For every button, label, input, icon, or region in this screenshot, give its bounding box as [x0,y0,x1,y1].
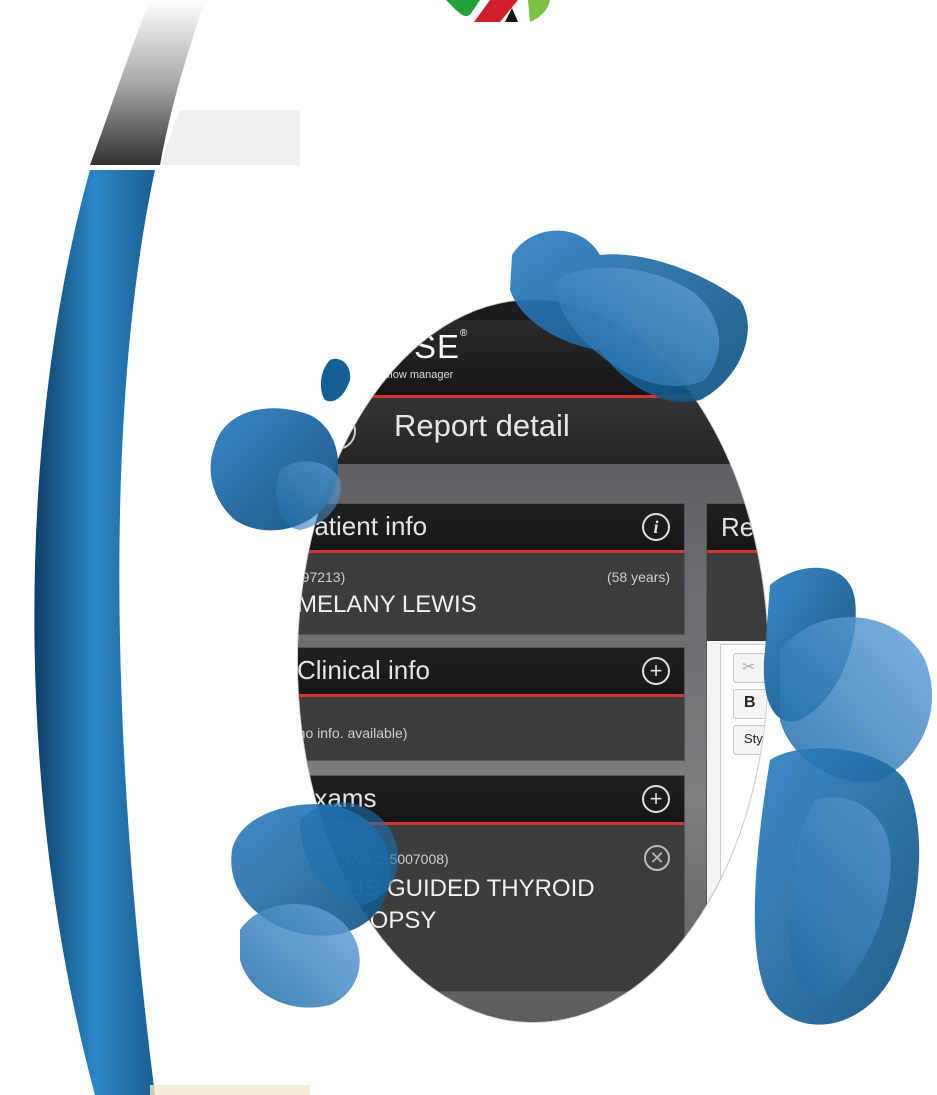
brand-subtitle: workflow manager [364,369,454,381]
report-text-line1: The bra [735,885,768,902]
exam-name-line2: BIOPSY [347,907,437,934]
report-text-line2: obviou [735,911,768,928]
bold-button[interactable]: B [744,694,756,712]
patient-info-title: Patient info [298,511,428,541]
brand-name: APSE [368,328,461,365]
element-path: body [735,966,764,980]
exams-header: Exams + [298,776,684,825]
clinical-info-header: Clinical info + [298,648,684,697]
exam-name-line1: US GUIDED THYROID [347,875,595,902]
report-subheader [707,553,768,641]
add-clinical-info-icon[interactable]: + [642,657,670,685]
exams-panel: Exams + (AN 115007008) ✕ US GUIDED THYRO… [298,775,685,992]
toolbar-format: B [733,689,768,719]
exams-title: Exams [298,783,377,813]
exam-accession: (AN 115007008) [347,851,449,867]
toolbar-clipboard: ✂ [733,653,768,683]
page-title: Report detail [394,408,570,443]
editor-status-bar: body [721,958,768,989]
report-panel: Re ✂ B Styles The bra obviou body [706,503,768,1005]
patient-info-panel: Patient info i (97213) (58 years) MELANY… [298,503,685,635]
add-exam-icon[interactable]: + [642,785,670,813]
styles-label: Styles [744,731,768,746]
logo-fragment [446,0,550,22]
clinical-info-title: Clinical info [298,655,430,685]
brand-logo: APSE® [368,328,468,366]
patient-id: (97213) [298,569,346,585]
info-icon[interactable]: i [642,513,670,541]
collapse-icon[interactable] [318,412,356,450]
app-screenshot-lens: APSE® workflow manager Report detail Pat… [298,300,768,1022]
patient-info-header: Patient info i [298,504,684,553]
exam-list-item[interactable]: (AN 115007008) ✕ US GUIDED THYROID BIOPS… [298,825,684,991]
remove-exam-icon[interactable]: ✕ [644,845,670,871]
styles-dropdown[interactable]: Styles [733,725,768,755]
patient-age: (58 years) [606,569,670,585]
report-header: Re [707,504,768,553]
patient-name: MELANY LEWIS [298,591,477,618]
cut-icon[interactable]: ✂ [742,657,755,677]
clinical-empty-text: (no info. available) [298,725,408,741]
clinical-info-panel: Clinical info + (no info. available) [298,647,685,761]
report-title: Re [721,512,755,542]
brand-reg-mark: ® [460,328,469,339]
report-editor[interactable]: ✂ B Styles The bra obviou body [720,644,768,990]
